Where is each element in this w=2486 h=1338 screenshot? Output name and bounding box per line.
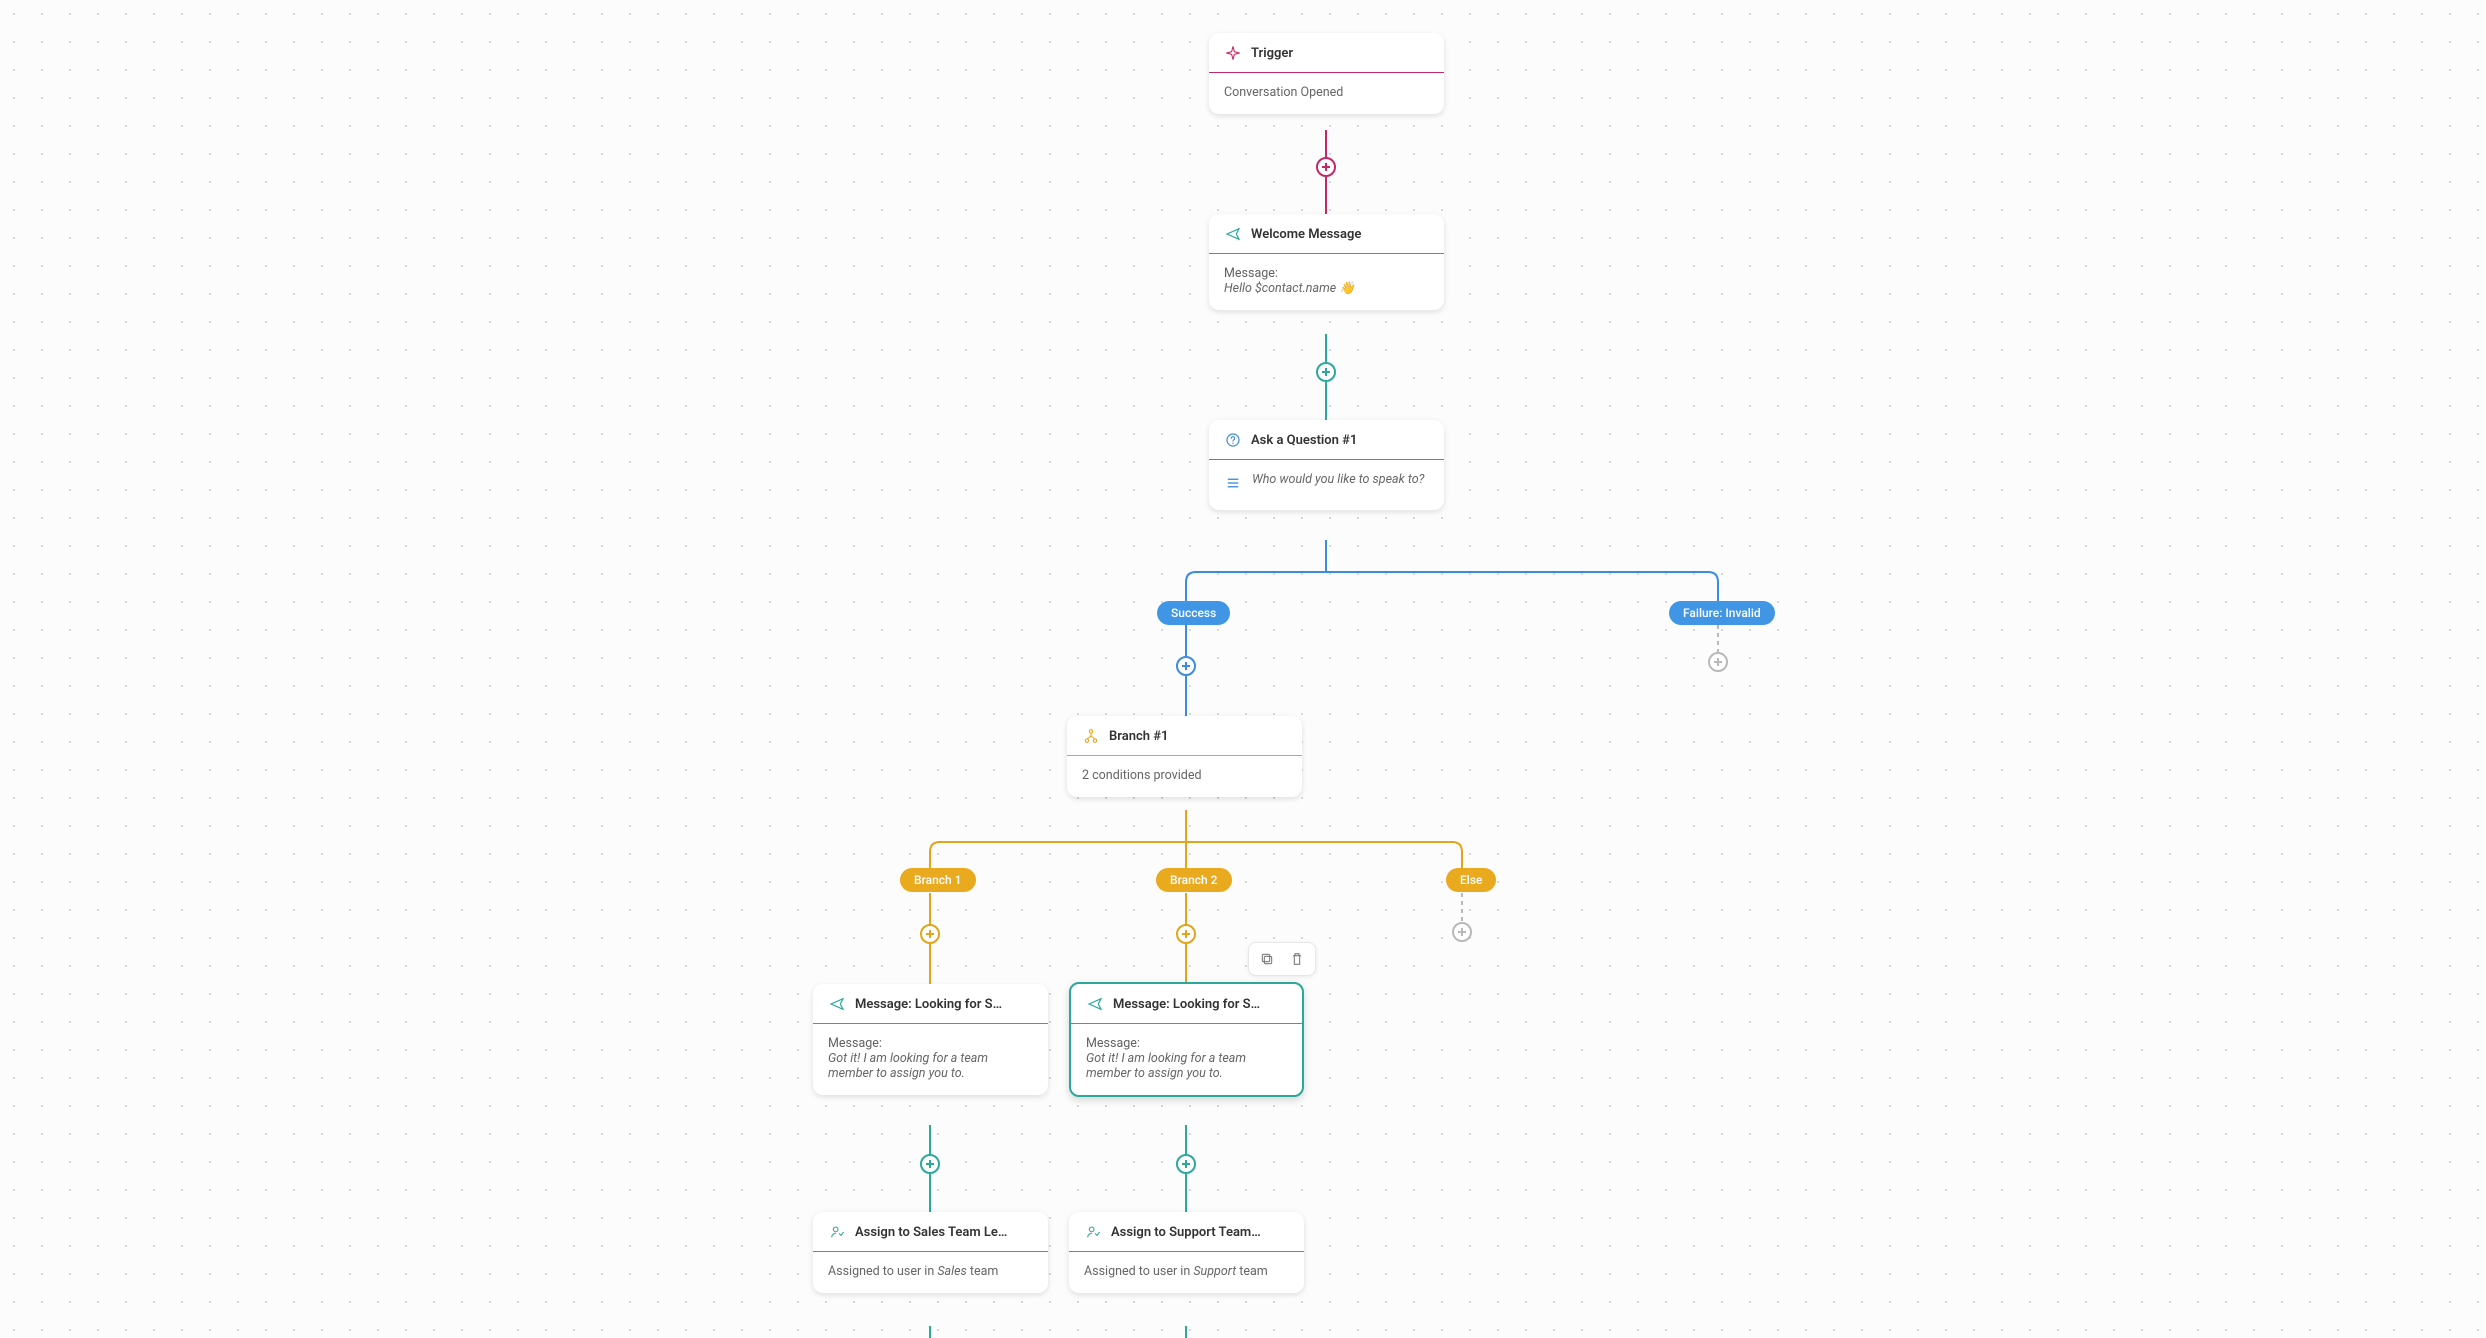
pill-failure[interactable]: Failure: Invalid xyxy=(1669,601,1775,625)
node-ask-question[interactable]: Ask a Question #1 Who would you like to … xyxy=(1209,420,1444,510)
node-message-sales[interactable]: Message: Looking for S… Message: Got it!… xyxy=(813,984,1048,1095)
list-icon xyxy=(1224,474,1242,496)
add-step-button[interactable] xyxy=(920,1154,940,1174)
node-title: Assign to Support Team… xyxy=(1111,1225,1261,1240)
node-assign-sales[interactable]: Assign to Sales Team Le… Assigned to use… xyxy=(813,1212,1048,1293)
node-body: Who would you like to speak to? xyxy=(1209,460,1444,510)
user-assign-icon xyxy=(1084,1223,1102,1241)
add-step-button[interactable] xyxy=(920,924,940,944)
node-body: Message: Got it! I am looking for a team… xyxy=(1071,1024,1302,1095)
question-icon xyxy=(1224,431,1242,449)
node-body: Conversation Opened xyxy=(1209,73,1444,114)
add-step-button[interactable] xyxy=(1316,362,1336,382)
add-step-button[interactable] xyxy=(1452,922,1472,942)
copy-button[interactable] xyxy=(1257,949,1277,969)
node-title: Branch #1 xyxy=(1109,729,1168,744)
node-title: Welcome Message xyxy=(1251,227,1361,242)
add-step-button[interactable] xyxy=(1316,157,1336,177)
spark-icon xyxy=(1224,44,1242,62)
node-assign-support[interactable]: Assign to Support Team… Assigned to user… xyxy=(1069,1212,1304,1293)
pill-branch-2[interactable]: Branch 2 xyxy=(1156,868,1232,892)
connectors xyxy=(0,0,2486,1338)
node-trigger[interactable]: Trigger Conversation Opened xyxy=(1209,33,1444,114)
workflow-canvas[interactable]: Trigger Conversation Opened Welcome Mess… xyxy=(0,0,2486,1338)
pill-success[interactable]: Success xyxy=(1157,601,1230,625)
node-branch[interactable]: Branch #1 2 conditions provided xyxy=(1067,716,1302,797)
user-assign-icon xyxy=(828,1223,846,1241)
node-message-support[interactable]: Message: Looking for S… Message: Got it!… xyxy=(1069,982,1304,1097)
node-welcome-message[interactable]: Welcome Message Message: Hello $contact.… xyxy=(1209,214,1444,310)
send-icon xyxy=(1086,995,1104,1013)
add-step-button[interactable] xyxy=(1176,1154,1196,1174)
pill-branch-else[interactable]: Else xyxy=(1446,868,1496,892)
add-step-button[interactable] xyxy=(1176,656,1196,676)
node-body: Message: Hello $contact.name 👋 xyxy=(1209,254,1444,310)
node-body: Assigned to user in Sales team xyxy=(813,1252,1048,1293)
node-body: Assigned to user in Support team xyxy=(1069,1252,1304,1293)
delete-button[interactable] xyxy=(1287,949,1307,969)
node-title: Trigger xyxy=(1251,46,1293,61)
node-toolbar xyxy=(1248,942,1316,976)
node-title: Ask a Question #1 xyxy=(1251,433,1357,448)
branch-icon xyxy=(1082,727,1100,745)
send-icon xyxy=(828,995,846,1013)
node-title: Message: Looking for S… xyxy=(855,997,1002,1012)
send-icon xyxy=(1224,225,1242,243)
pill-branch-1[interactable]: Branch 1 xyxy=(900,868,976,892)
node-title: Message: Looking for S… xyxy=(1113,997,1260,1012)
node-body: Message: Got it! I am looking for a team… xyxy=(813,1024,1048,1095)
add-step-button[interactable] xyxy=(1176,924,1196,944)
node-body: 2 conditions provided xyxy=(1067,756,1302,797)
add-step-button[interactable] xyxy=(1708,652,1728,672)
node-title: Assign to Sales Team Le… xyxy=(855,1225,1007,1240)
